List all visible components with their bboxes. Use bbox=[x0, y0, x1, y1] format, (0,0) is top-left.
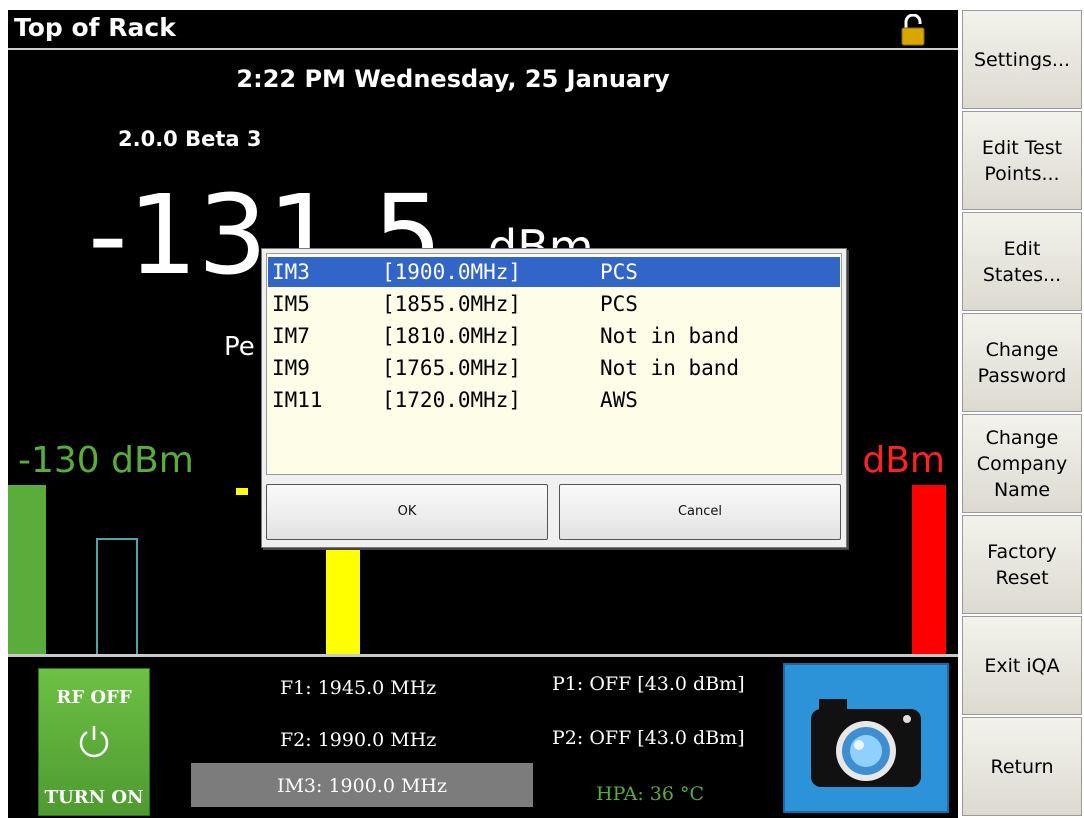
exit-iqa-button-label: Exit iQA bbox=[984, 654, 1060, 677]
rf-action-label: TURN ON bbox=[44, 787, 144, 808]
datetime-display: 2:22 PM Wednesday, 25 January bbox=[236, 65, 670, 93]
min-level-bar bbox=[8, 485, 46, 655]
intermod-list[interactable]: IM3 [1900.0MHz] PCS IM5 [1855.0MHz] PCS … bbox=[266, 253, 842, 475]
screenshot-button[interactable] bbox=[783, 663, 949, 813]
list-item[interactable]: IM7 [1810.0MHz] Not in band bbox=[268, 321, 840, 351]
rf-toggle-button[interactable]: RF OFF TURN ON bbox=[38, 668, 150, 816]
return-button[interactable]: Return bbox=[962, 717, 1082, 816]
change-password-button[interactable]: Change Password bbox=[962, 313, 1082, 412]
f2-frequency: F2: 1990.0 MHz bbox=[280, 729, 437, 751]
im3-frequency-box[interactable]: IM3: 1900.0 MHz bbox=[191, 763, 533, 807]
camera-icon bbox=[811, 699, 921, 787]
sidebar: Settings... Edit Test Points... Edit Sta… bbox=[960, 0, 1084, 818]
list-item[interactable]: IM5 [1855.0MHz] PCS bbox=[268, 289, 840, 319]
main-screen: Top of Rack 2:22 PM Wednesday, 25 Januar… bbox=[8, 10, 958, 818]
settings-button[interactable]: Settings... bbox=[962, 10, 1082, 109]
intermod-select-dialog: IM3 [1900.0MHz] PCS IM5 [1855.0MHz] PCS … bbox=[261, 248, 847, 548]
bottom-panel: RF OFF TURN ON F1: 1945.0 MHz F2: 1990.0… bbox=[8, 654, 958, 818]
level-marker bbox=[236, 488, 248, 495]
f1-frequency: F1: 1945.0 MHz bbox=[280, 677, 437, 699]
p1-power: P1: OFF [43.0 dBm] bbox=[552, 673, 745, 695]
version-label: 2.0.0 Beta 3 bbox=[118, 127, 262, 151]
change-company-name-button[interactable]: Change Company Name bbox=[962, 414, 1082, 513]
threshold-bar bbox=[96, 538, 138, 654]
min-level-label: -130 dBm bbox=[18, 440, 194, 481]
list-item[interactable]: IM11 [1720.0MHz] AWS bbox=[268, 385, 840, 415]
edit-test-points-button-label: Edit Test Points... bbox=[981, 136, 1063, 185]
return-button-label: Return bbox=[990, 755, 1054, 778]
im3-frequency: IM3: 1900.0 MHz bbox=[276, 775, 448, 797]
edit-test-points-button[interactable]: Edit Test Points... bbox=[962, 111, 1082, 210]
edit-states-button-label: Edit States... bbox=[982, 237, 1062, 286]
padlock-icon[interactable] bbox=[898, 14, 928, 46]
cancel-button[interactable]: Cancel bbox=[559, 484, 841, 540]
power-icon bbox=[79, 726, 109, 758]
factory-reset-button[interactable]: Factory Reset bbox=[962, 515, 1082, 614]
change-company-name-button-label: Change Company Name bbox=[976, 426, 1068, 501]
current-level-bar bbox=[326, 538, 360, 654]
factory-reset-button-label: Factory Reset bbox=[987, 540, 1057, 589]
p2-power: P2: OFF [43.0 dBm] bbox=[552, 727, 745, 749]
window-title: Top of Rack bbox=[14, 13, 176, 42]
change-password-button-label: Change Password bbox=[977, 338, 1067, 387]
title-bar: Top of Rack bbox=[8, 10, 958, 50]
settings-button-label: Settings... bbox=[973, 48, 1071, 71]
max-level-bar bbox=[912, 485, 946, 655]
rf-state-label: RF OFF bbox=[56, 687, 132, 708]
peak-label: Pe bbox=[224, 332, 255, 362]
hpa-temperature: HPA: 36 °C bbox=[596, 783, 705, 805]
list-item[interactable]: IM3 [1900.0MHz] PCS bbox=[268, 257, 840, 287]
edit-states-button[interactable]: Edit States... bbox=[962, 212, 1082, 311]
ok-button[interactable]: OK bbox=[266, 484, 548, 540]
list-item[interactable]: IM9 [1765.0MHz] Not in band bbox=[268, 353, 840, 383]
exit-iqa-button[interactable]: Exit iQA bbox=[962, 616, 1082, 715]
